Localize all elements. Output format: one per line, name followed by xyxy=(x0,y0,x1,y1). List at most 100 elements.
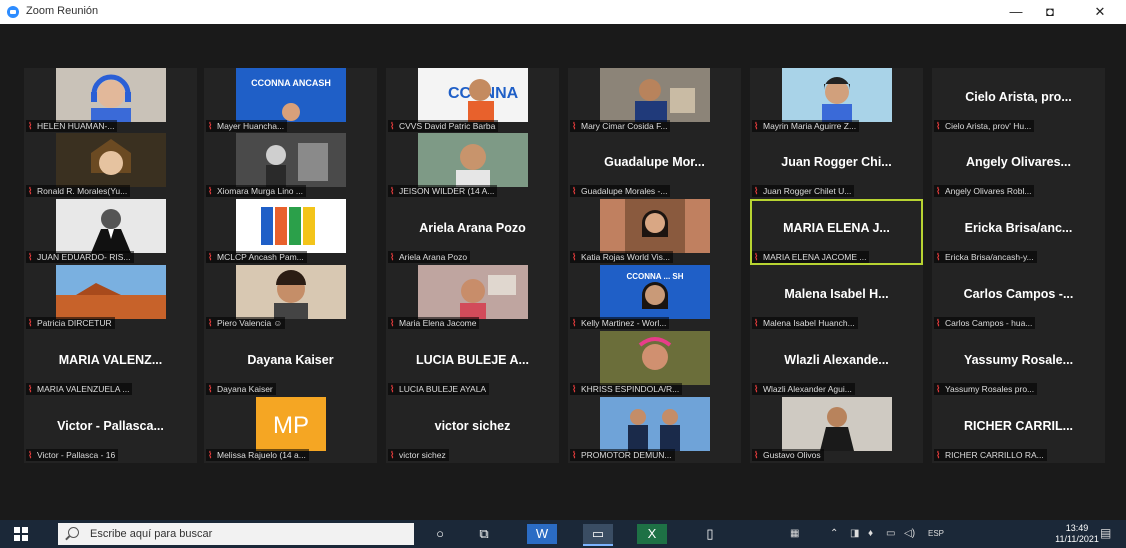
participant-name-label: ⌇ Dayana Kaiser xyxy=(206,383,276,395)
participant-tile[interactable]: ⌇ Mary Cimar Cosida F... xyxy=(568,68,741,134)
participant-tile[interactable]: victor sichez ⌇ victor sichez xyxy=(386,397,559,463)
mic-tray-icon[interactable]: ♦ xyxy=(868,528,873,539)
keyboard-icon[interactable]: ▦ xyxy=(790,528,799,539)
participant-display-name: Wlazli Alexande... xyxy=(784,353,889,367)
muted-mic-icon: ⌇ xyxy=(390,121,395,131)
maximize-button[interactable]: ◘ xyxy=(1030,2,1070,22)
participant-tile[interactable]: Malena Isabel H... ⌇ Malena Isabel Huanch.… xyxy=(750,265,923,331)
participant-name-label: ⌇ Mayrin Maria Aguirre Z... xyxy=(752,120,860,132)
excel-app-icon[interactable]: X xyxy=(637,524,667,544)
search-placeholder: Escribe aquí para buscar xyxy=(90,528,213,540)
muted-mic-icon: ⌇ xyxy=(208,384,213,394)
participant-name: Gustavo Olivos xyxy=(763,450,821,460)
muted-mic-icon: ⌇ xyxy=(390,450,395,460)
participant-tile[interactable]: ⌇ PROMOTOR DEMUN... xyxy=(568,397,741,463)
tray-app-icon[interactable]: ◨ xyxy=(850,528,859,539)
participant-name: CVVS David Patric Barba xyxy=(399,121,496,131)
participant-name: Kelly Martinez - Worl... xyxy=(581,318,667,328)
close-button[interactable]: ✕ xyxy=(1080,2,1120,22)
participant-name: victor sichez xyxy=(399,450,446,460)
participant-name: JEISON WILDER (14 A... xyxy=(399,186,495,196)
participant-name: Wlazli Alexander Agui... xyxy=(763,384,852,394)
participant-tile[interactable]: ⌇ JUAN EDUARDO- RIS... xyxy=(24,199,197,265)
windows-start-icon[interactable] xyxy=(14,527,28,541)
participant-tile[interactable]: ⌇ Mayrin Maria Aguirre Z... xyxy=(750,68,923,134)
participant-tile[interactable]: MARIA VALENZ... ⌇ MARIA VALENZUELA ... xyxy=(24,331,197,397)
participant-tile[interactable]: ⌇ JEISON WILDER (14 A... xyxy=(386,133,559,199)
participant-tile[interactable]: Yassumy Rosale... ⌇ Yassumy Rosales pro... xyxy=(932,331,1105,397)
participant-name-label: ⌇ Carlos Campos - hua... xyxy=(934,317,1036,329)
participant-tile[interactable]: Victor - Pallasca... ⌇ Victor - Pallasca -… xyxy=(24,397,197,463)
clock-date: 11/11/2021 xyxy=(1055,534,1099,544)
participant-tile[interactable]: CCONNA ANCASH ⌇ Mayer Huancha... xyxy=(204,68,377,134)
participant-name: Mary Cimar Cosida F... xyxy=(581,121,668,131)
participant-name-label: ⌇ MCLCP Ancash Pam... xyxy=(206,251,307,263)
muted-mic-icon: ⌇ xyxy=(936,450,941,460)
taskbar-clock[interactable]: 13:49 11/11/2021 xyxy=(1055,523,1099,545)
participant-name: Xiomara Murga Lino ... xyxy=(217,186,303,196)
taskbar-search-box[interactable]: Escribe aquí para buscar xyxy=(58,523,414,545)
participant-display-name: Juan Rogger Chi... xyxy=(781,155,892,169)
participant-tile[interactable]: Wlazli Alexande... ⌇ Wlazli Alexander Agui… xyxy=(750,331,923,397)
participant-name-label: ⌇ KHRISS ESPINDOLA/R... xyxy=(570,383,683,395)
participant-tile[interactable]: ⌇ Gustavo Olivos xyxy=(750,397,923,463)
participant-tile[interactable]: CCONNA⌇CVVS David Patric Barba xyxy=(386,68,559,134)
notifications-icon[interactable]: ▤ xyxy=(1100,526,1111,540)
participant-display-name: Ariela Arana Pozo xyxy=(419,221,526,235)
participant-tile[interactable]: MP ⌇ Melissa Rajuelo (14 a... xyxy=(204,397,377,463)
participant-tile[interactable]: Juan Rogger Chi... ⌇ Juan Rogger Chilet U.… xyxy=(750,133,923,199)
participant-tile[interactable]: Cielo Arista, pro... ⌇ Cielo Arista, prov'… xyxy=(932,68,1105,134)
participant-name: Mayer Huancha... xyxy=(217,121,285,131)
participant-name-label: ⌇ Katia Rojas World Vis... xyxy=(570,251,673,263)
participant-name: Katia Rojas World Vis... xyxy=(581,252,670,262)
participant-name: Juan Rogger Chilet U... xyxy=(763,186,852,196)
participant-tile[interactable]: ⌇ Piero Valencia ☺ xyxy=(204,265,377,331)
tray-chevron-icon[interactable]: ⌃ xyxy=(830,528,838,539)
participant-tile[interactable]: Guadalupe Mor... ⌇ Guadalupe Morales -... xyxy=(568,133,741,199)
muted-mic-icon: ⌇ xyxy=(208,121,213,131)
participant-tile[interactable]: Carlos Campos -... ⌇ Carlos Campos - hua..… xyxy=(932,265,1105,331)
search-icon xyxy=(68,527,79,538)
muted-mic-icon: ⌇ xyxy=(390,186,395,196)
muted-mic-icon: ⌇ xyxy=(754,318,759,328)
participant-tile[interactable]: ⌇ Ronald R. Morales(Yu... xyxy=(24,133,197,199)
muted-mic-icon: ⌇ xyxy=(208,450,213,460)
participant-tile[interactable]: ⌇ Katia Rojas World Vis... xyxy=(568,199,741,265)
participant-tile[interactable]: ⌇ Xiomara Murga Lino ... xyxy=(204,133,377,199)
participant-display-name: MARIA VALENZ... xyxy=(58,353,163,367)
participant-tile[interactable]: Ariela Arana Pozo ⌇ Ariela Arana Pozo xyxy=(386,199,559,265)
muted-mic-icon: ⌇ xyxy=(28,384,33,394)
muted-mic-icon: ⌇ xyxy=(936,121,941,131)
network-icon[interactable]: ▭ xyxy=(886,528,895,539)
participant-name-label: ⌇ Ariela Arana Pozo xyxy=(388,251,471,263)
muted-mic-icon: ⌇ xyxy=(572,186,577,196)
participant-tile[interactable]: Ericka Brisa/anc... ⌇ Ericka Brisa/ancash-… xyxy=(932,199,1105,265)
participant-name: Dayana Kaiser xyxy=(217,384,273,394)
participant-name: MCLCP Ancash Pam... xyxy=(217,252,304,262)
volume-icon[interactable]: ◁) xyxy=(904,528,915,539)
zoom-taskbar-icon[interactable]: ▭ xyxy=(583,524,613,546)
word-app-icon[interactable]: W xyxy=(527,524,557,544)
participant-tile[interactable]: ⌇ KHRISS ESPINDOLA/R... xyxy=(568,331,741,397)
participant-tile[interactable]: LUCIA BULEJE A... ⌇ LUCIA BULEJE AYALA xyxy=(386,331,559,397)
cortana-circle-icon[interactable]: ○ xyxy=(425,524,455,544)
participant-tile[interactable]: Dayana Kaiser ⌇ Dayana Kaiser xyxy=(204,331,377,397)
task-view-icon[interactable]: ⧉ xyxy=(469,524,499,544)
muted-mic-icon: ⌇ xyxy=(390,252,395,262)
participant-tile[interactable]: MARIA ELENA J... ⌇ MARIA ELENA JACOME ... xyxy=(750,199,923,265)
participant-tile[interactable]: ⌇ Maria Elena Jacome xyxy=(386,265,559,331)
participant-tile[interactable]: ⌇ Patricia DIRCETUR xyxy=(24,265,197,331)
participant-tile[interactable]: Angely Olivares... ⌇ Angely Olivares Robl.… xyxy=(932,133,1105,199)
muted-mic-icon: ⌇ xyxy=(28,186,33,196)
participant-tile[interactable]: ⌇ MCLCP Ancash Pam... xyxy=(204,199,377,265)
participant-name-label: ⌇ Guadalupe Morales -... xyxy=(570,185,671,197)
participant-tile[interactable]: CCONNA ... SH ⌇ Kelly Martinez - Worl... xyxy=(568,265,741,331)
participant-name-label: ⌇ Xiomara Murga Lino ... xyxy=(206,185,306,197)
clock-time: 13:49 xyxy=(1065,523,1089,533)
participant-tile[interactable]: ⌇ HELEN HUAMAN-... xyxy=(24,68,197,134)
language-indicator[interactable]: ESP xyxy=(928,529,944,538)
file-icon[interactable]: ▯ xyxy=(695,524,725,544)
participant-display-name: Ericka Brisa/anc... xyxy=(964,221,1073,235)
participant-tile[interactable]: RICHER CARRIL... ⌇ RICHER CARRILLO RA... xyxy=(932,397,1105,463)
muted-mic-icon: ⌇ xyxy=(754,450,759,460)
